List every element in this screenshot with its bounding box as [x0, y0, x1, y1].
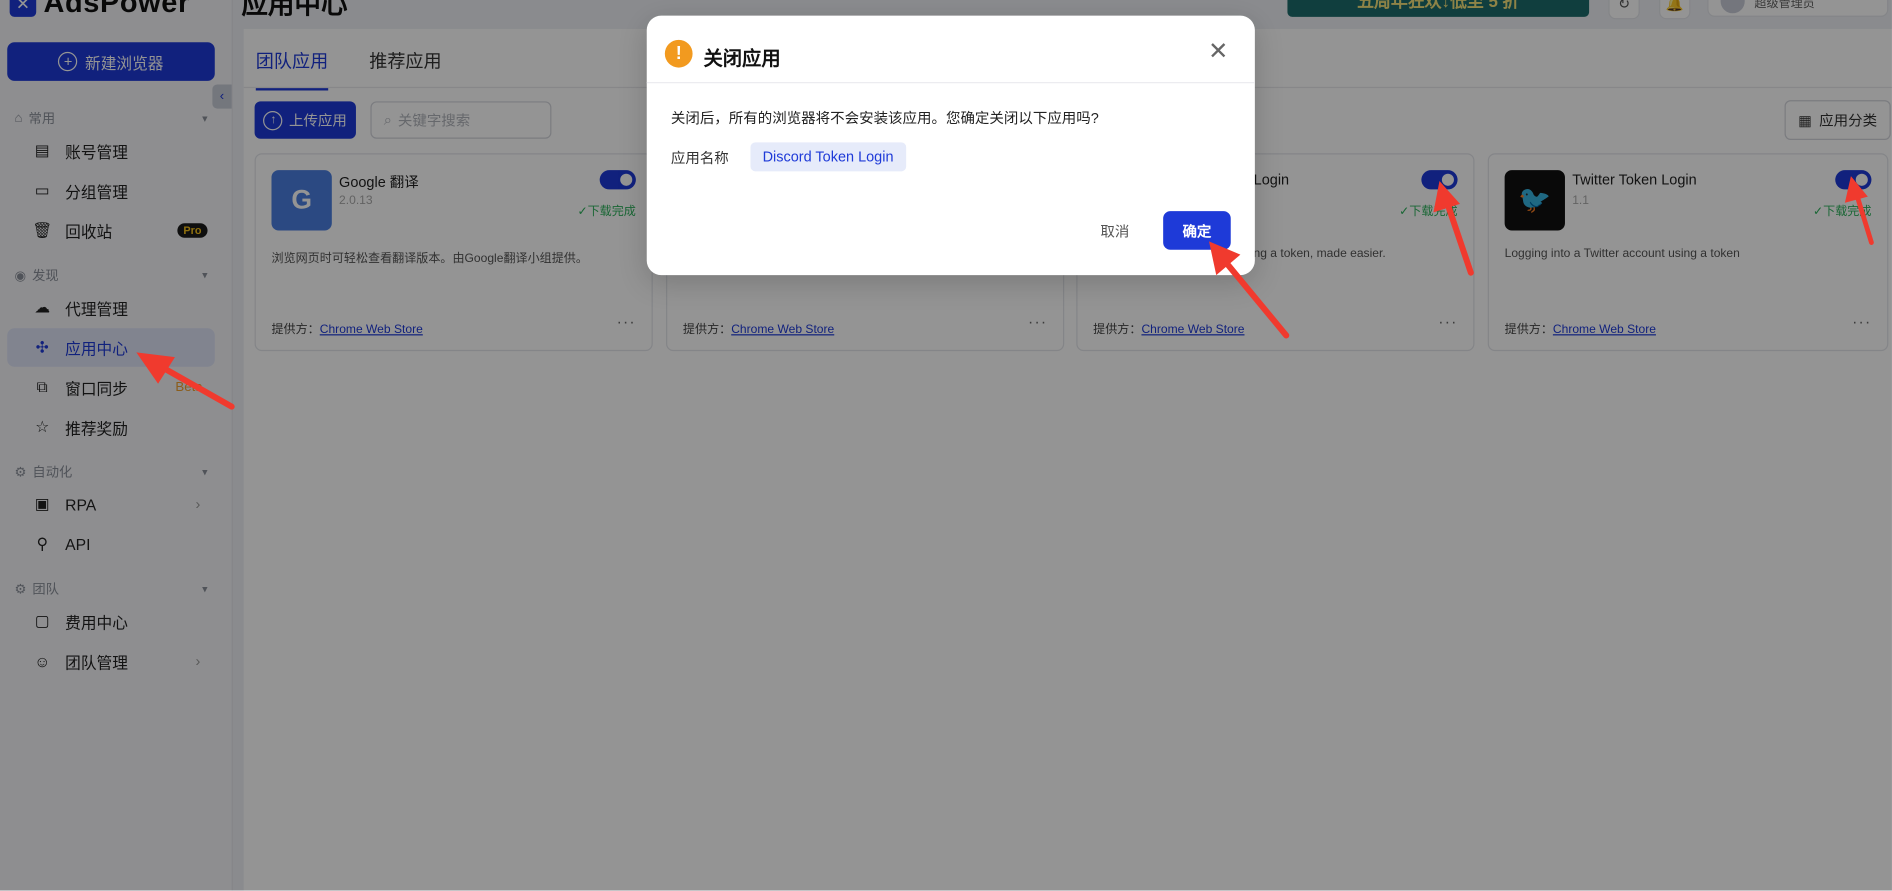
cancel-button[interactable]: 取消 [1100, 221, 1129, 242]
close-app-dialog: ! 关闭应用 ✕ 关闭后，所有的浏览器将不会安装该应用。您确定关闭以下应用吗? … [646, 15, 1255, 276]
dialog-message: 关闭后，所有的浏览器将不会安装该应用。您确定关闭以下应用吗? [670, 109, 1099, 127]
confirm-button[interactable]: 确定 [1163, 211, 1231, 250]
app-stage: ✕ AdsPower + 新建浏览器 ‹ ⌂ 常用 ▾ ▤ 账号管理 ▭ 分组管… [0, 0, 1892, 891]
close-icon[interactable]: ✕ [1208, 40, 1228, 64]
dialog-title: 关闭应用 [703, 49, 781, 70]
dialog-header: ! 关闭应用 ✕ [646, 16, 1255, 84]
app-name-label: 应用名称 [670, 149, 729, 167]
warning-icon: ! [664, 39, 693, 68]
app-name-tag: Discord Token Login [750, 142, 906, 172]
